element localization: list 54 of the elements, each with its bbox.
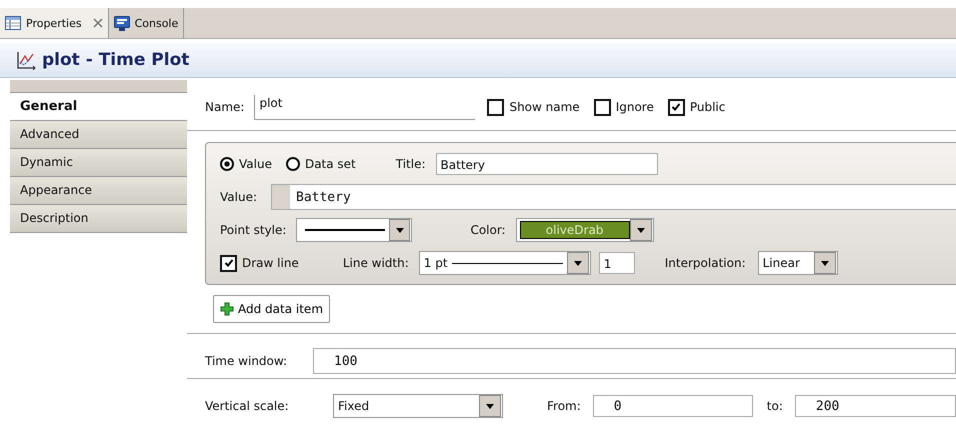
value-field[interactable]: Battery — [271, 184, 956, 210]
point-style-label: Point style: — [220, 223, 286, 237]
checkbox[interactable] — [220, 254, 237, 272]
sidebar-tab[interactable]: Description — [10, 205, 187, 233]
radio-button[interactable] — [220, 157, 234, 171]
from-field[interactable]: 0 — [592, 395, 753, 417]
line-width-label: Line width: — [342, 256, 409, 270]
title-label: Title: — [396, 157, 426, 171]
color-label: Color: — [470, 223, 506, 237]
to-label: to: — [766, 399, 783, 413]
to-field[interactable]: 200 — [794, 395, 956, 417]
caret-icon — [396, 228, 404, 232]
sidebar-tab[interactable]: Dynamic — [10, 149, 187, 177]
panel-title: plot - Time Plot — [42, 50, 190, 70]
tab[interactable]: Properties — [0, 8, 109, 38]
radio-button[interactable] — [286, 157, 300, 171]
checkbox-label: Draw line — [242, 256, 299, 270]
sidebar-tab[interactable]: Appearance — [10, 177, 187, 205]
chart-icon — [16, 50, 36, 70]
caret-icon — [636, 228, 645, 232]
add-data-item-button[interactable]: Add data item — [213, 295, 330, 323]
name-label: Name: — [205, 100, 244, 114]
radio-label: Value — [239, 157, 272, 171]
radio-label: Data set — [304, 157, 356, 171]
vertical-scale-dropdown[interactable]: Fixed — [333, 394, 503, 418]
time-window-field[interactable]: 100 — [313, 348, 956, 374]
checkbox-label: Public — [690, 100, 726, 114]
from-label: From: — [547, 399, 581, 413]
monitor-icon — [114, 16, 130, 30]
plus-icon — [220, 302, 234, 316]
sidebar-tab[interactable]: Advanced — [10, 121, 187, 149]
checkmark-icon — [224, 258, 234, 268]
checkbox[interactable] — [487, 98, 504, 116]
line-width-field[interactable]: 1 — [598, 252, 635, 274]
checkbox-label: Show name — [509, 100, 580, 114]
checkmark-icon — [671, 102, 682, 112]
close-icon[interactable] — [92, 18, 103, 28]
caret-icon — [574, 260, 582, 266]
checkbox-label: Ignore — [616, 100, 654, 114]
time-window-label: Time window: — [205, 354, 288, 368]
tab[interactable]: Console — [108, 8, 184, 38]
caret-icon — [820, 260, 829, 266]
line-width-dropdown[interactable]: 1 pt — [418, 251, 591, 275]
table-icon — [5, 16, 21, 30]
interpolation-dropdown[interactable]: Linear — [758, 251, 838, 275]
point-style-dropdown[interactable] — [296, 218, 412, 242]
interpolation-label: Interpolation: — [664, 256, 746, 270]
caret-icon — [486, 404, 494, 408]
vertical-scale-label: Vertical scale: — [205, 399, 290, 413]
title-field[interactable]: Battery — [436, 153, 658, 175]
value-label: Value: — [220, 190, 257, 204]
checkbox[interactable] — [594, 98, 611, 116]
checkbox[interactable] — [668, 98, 685, 116]
name-field[interactable]: plot — [254, 94, 476, 120]
